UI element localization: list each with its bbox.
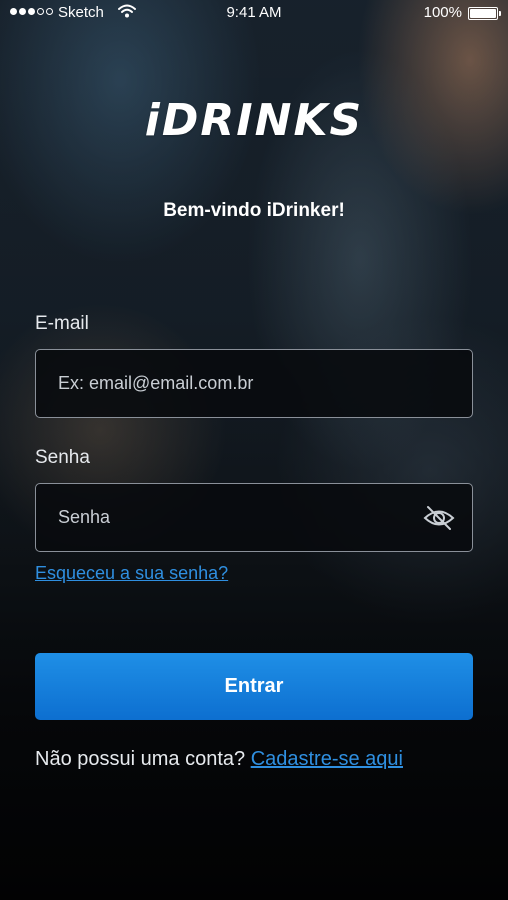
battery-percentage: 100%: [423, 4, 462, 21]
app-logo: iDRINKS: [144, 95, 364, 146]
login-button[interactable]: Entrar: [35, 653, 473, 720]
password-input[interactable]: [36, 484, 472, 551]
email-field[interactable]: [35, 349, 473, 418]
signup-row: Não possui uma conta? Cadastre-se aqui: [35, 748, 403, 771]
welcome-heading: Bem-vindo iDrinker!: [163, 200, 345, 221]
login-screen: Sketch 9:41 AM 100% iDRINKS Bem-vindo iD…: [0, 0, 508, 900]
status-bar: Sketch 9:41 AM 100%: [0, 0, 508, 26]
battery-icon: [468, 7, 501, 20]
signup-link[interactable]: Cadastre-se aqui: [251, 748, 403, 770]
eye-off-icon[interactable]: [422, 504, 456, 537]
signup-prompt: Não possui uma conta?: [35, 748, 251, 770]
email-input[interactable]: [36, 350, 472, 417]
email-label: E-mail: [35, 313, 89, 334]
forgot-password-link[interactable]: Esqueceu a sua senha?: [35, 563, 228, 584]
password-field[interactable]: [35, 483, 473, 552]
password-label: Senha: [35, 447, 90, 468]
